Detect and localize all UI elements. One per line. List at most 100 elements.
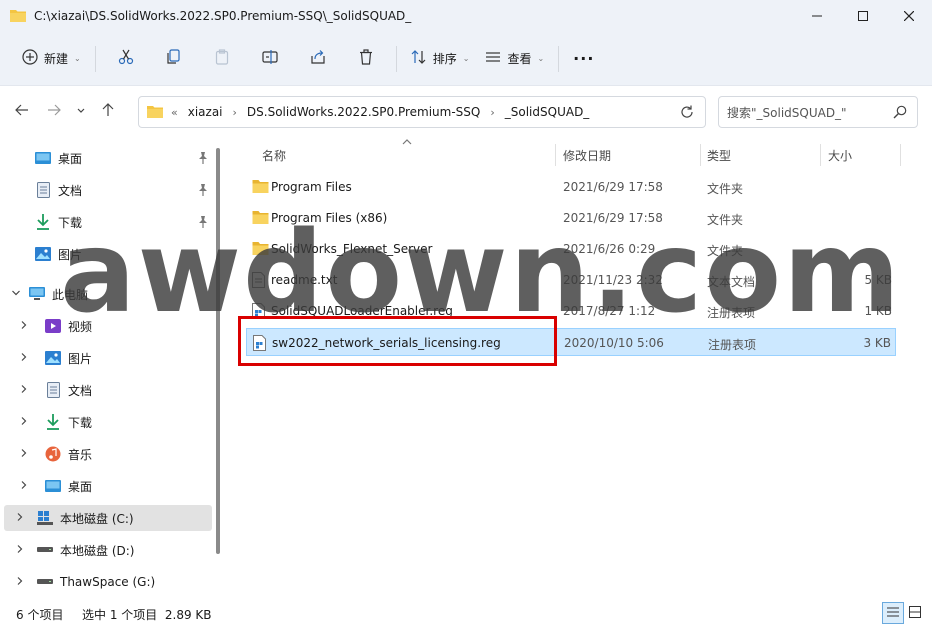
- paste-button[interactable]: [198, 43, 246, 75]
- sidebar-item-drive-d[interactable]: 本地磁盘 (D:): [4, 537, 212, 563]
- sidebar-item-drive-c[interactable]: 本地磁盘 (C:): [4, 505, 212, 531]
- delete-button[interactable]: [342, 43, 390, 75]
- column-divider[interactable]: [820, 144, 821, 166]
- sidebar-item-label: 桌面: [68, 479, 93, 494]
- copy-button[interactable]: [150, 43, 198, 75]
- chevron-right-icon[interactable]: [4, 448, 44, 461]
- address-bar[interactable]: « xiazai › DS.SolidWorks.2022.SP0.Premiu…: [138, 96, 706, 128]
- chevron-down-icon[interactable]: [4, 288, 28, 301]
- refresh-icon[interactable]: [679, 104, 695, 123]
- file-date: 2021/6/29 17:58: [563, 211, 663, 225]
- clipboard-icon: [214, 49, 230, 68]
- file-size: 3 KB: [863, 336, 891, 350]
- breadcrumb-solidsquad[interactable]: _SolidSQUAD_: [505, 105, 590, 119]
- chevron-right-icon[interactable]: [4, 480, 44, 493]
- sidebar-item-label: 视频: [68, 319, 93, 334]
- sidebar-item-documents-2[interactable]: 文档: [4, 377, 212, 403]
- chevron-right-icon[interactable]: [4, 416, 44, 429]
- column-header-type[interactable]: 类型: [707, 147, 731, 164]
- plus-circle-icon: [22, 49, 38, 68]
- document-icon: [34, 182, 52, 198]
- column-divider[interactable]: [700, 144, 701, 166]
- desktop-icon: [34, 150, 52, 166]
- sidebar-scrollbar[interactable]: [216, 148, 220, 554]
- chevron-right-icon[interactable]: [4, 384, 44, 397]
- navigation-pane: 桌面 文档 下载 图片 此电脑 视频 图片 文档 下载 音乐 桌面 本地磁盘 (…: [0, 138, 226, 600]
- sort-ascending-icon: [402, 138, 412, 148]
- chevron-down-icon: [76, 104, 86, 120]
- file-date: 2017/8/27 1:12: [563, 304, 656, 318]
- sidebar-item-videos[interactable]: 视频: [4, 313, 212, 339]
- view-label: 查看: [507, 52, 532, 66]
- share-icon: [310, 49, 326, 68]
- chevron-right-icon[interactable]: [4, 352, 44, 365]
- sort-button[interactable]: 排序 ⌄: [403, 43, 478, 75]
- file-row[interactable]: Program Files (x86) 2021/6/29 17:58 文件夹: [246, 204, 896, 232]
- search-box[interactable]: 搜索"_SolidSQUAD_": [718, 96, 918, 128]
- column-header-date[interactable]: 修改日期: [563, 147, 611, 164]
- tiles-view-icon: [909, 605, 921, 621]
- pin-icon: [198, 216, 208, 231]
- sidebar-item-label: 下载: [68, 415, 93, 430]
- breadcrumb-separator[interactable]: ›: [233, 106, 237, 119]
- toolbar-divider: [94, 45, 96, 72]
- more-icon: ···: [573, 49, 595, 68]
- sidebar-item-music[interactable]: 音乐: [4, 441, 212, 467]
- minimize-button[interactable]: [794, 0, 840, 32]
- back-button[interactable]: [6, 96, 38, 128]
- close-button[interactable]: [886, 0, 932, 32]
- status-bar: 6 个项目 选中 1 个项目 2.89 KB: [0, 600, 932, 626]
- sidebar-item-label: 桌面: [58, 151, 83, 166]
- new-button[interactable]: 新建 ⌄: [14, 43, 89, 75]
- file-row[interactable]: SolidWorks_Flexnet_Server 2021/6/26 0:29…: [246, 235, 896, 263]
- maximize-button[interactable]: [840, 0, 886, 32]
- column-header-name[interactable]: 名称: [262, 147, 286, 164]
- sidebar-item-desktop-2[interactable]: 桌面: [4, 473, 212, 499]
- file-row[interactable]: readme.txt 2021/11/23 2:32 文本文档 5 KB: [246, 266, 896, 294]
- rename-button[interactable]: [246, 43, 294, 75]
- windows-drive-icon: [36, 510, 54, 526]
- chevron-right-icon[interactable]: [4, 576, 36, 589]
- sidebar-item-label: 图片: [68, 351, 93, 366]
- sidebar-item-drive-g[interactable]: ThawSpace (G:): [4, 569, 212, 595]
- chevron-right-icon[interactable]: [4, 320, 44, 333]
- forward-button[interactable]: [38, 96, 70, 128]
- sidebar-item-label: ThawSpace (G:): [60, 575, 156, 589]
- arrow-left-icon: [15, 103, 29, 121]
- navigation-row: « xiazai › DS.SolidWorks.2022.SP0.Premiu…: [0, 86, 932, 138]
- file-date: 2021/6/26 0:29: [563, 242, 656, 256]
- sidebar-item-downloads[interactable]: 下载: [4, 209, 212, 235]
- search-icon: [893, 105, 907, 122]
- breadcrumb-solidworks[interactable]: DS.SolidWorks.2022.SP0.Premium-SSQ: [247, 105, 480, 119]
- sidebar-item-pictures-2[interactable]: 图片: [4, 345, 212, 371]
- rename-icon: [262, 49, 278, 68]
- column-divider[interactable]: [900, 144, 901, 166]
- chevron-down-icon: ⌄: [462, 54, 470, 63]
- sidebar-item-documents[interactable]: 文档: [4, 177, 212, 203]
- column-divider[interactable]: [555, 144, 556, 166]
- details-view-button[interactable]: [882, 602, 904, 624]
- sidebar-item-pictures[interactable]: 图片: [4, 241, 212, 267]
- breadcrumb-xiazai[interactable]: xiazai: [188, 105, 223, 119]
- recent-locations-button[interactable]: [70, 96, 92, 128]
- sidebar-item-label: 文档: [68, 383, 93, 398]
- breadcrumb-separator[interactable]: ›: [490, 106, 494, 119]
- column-header-size[interactable]: 大小: [828, 147, 852, 164]
- sidebar-item-this-pc[interactable]: 此电脑: [4, 281, 212, 307]
- view-button[interactable]: 查看 ⌄: [477, 43, 552, 75]
- more-button[interactable]: ···: [565, 43, 602, 75]
- breadcrumb-overflow[interactable]: «: [171, 106, 178, 119]
- window-title: C:\xiazai\DS.SolidWorks.2022.SP0.Premium…: [34, 9, 412, 23]
- file-size: 5 KB: [864, 273, 892, 287]
- cut-button[interactable]: [102, 43, 150, 75]
- share-button[interactable]: [294, 43, 342, 75]
- sidebar-item-desktop[interactable]: 桌面: [4, 145, 212, 171]
- chevron-right-icon[interactable]: [4, 512, 36, 525]
- file-row[interactable]: Program Files 2021/6/29 17:58 文件夹: [246, 173, 896, 201]
- file-type: 文件夹: [707, 213, 744, 227]
- up-button[interactable]: [92, 96, 124, 128]
- chevron-right-icon[interactable]: [4, 544, 36, 557]
- file-name: SolidWorks_Flexnet_Server: [271, 242, 433, 256]
- tiles-view-button[interactable]: [904, 602, 926, 624]
- sidebar-item-downloads-2[interactable]: 下载: [4, 409, 212, 435]
